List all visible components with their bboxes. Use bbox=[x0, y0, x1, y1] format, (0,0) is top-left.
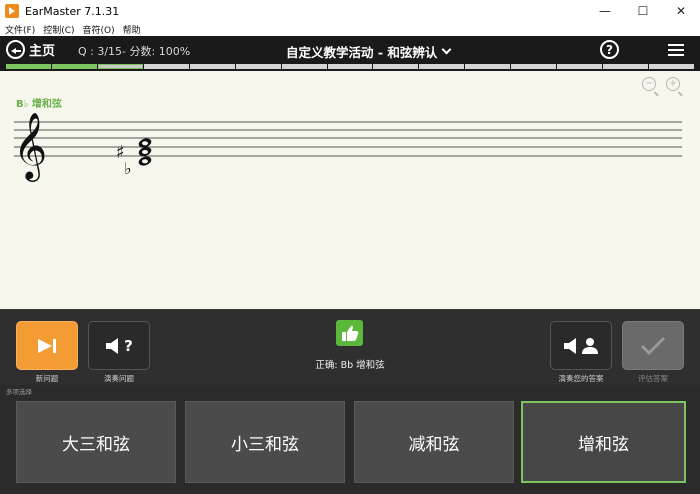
speaker-icon bbox=[106, 337, 119, 354]
evaluate-button[interactable] bbox=[622, 321, 684, 370]
app-header: 主页 Q : 3/15- 分数: 100% 自定义教学活动 - 和弦辨认 ? bbox=[0, 36, 700, 63]
question-score: Q : 3/15- 分数: 100% bbox=[78, 45, 191, 58]
answer-panel: 多项选择 大三和弦 小三和弦 减和弦 增和弦 bbox=[0, 385, 700, 494]
menu-notes[interactable]: 音符(O) bbox=[83, 23, 115, 36]
answer-minor-button[interactable]: 小三和弦 bbox=[185, 401, 345, 483]
music-staff: 𝄞 ♯ ♭ bbox=[13, 111, 682, 182]
control-bar: 新问题 ? 演奏问题 正确: Bb 增和弦 演奏您的答案 评估答案 bbox=[0, 309, 700, 385]
new-question-label: 新问题 bbox=[35, 374, 59, 383]
question-mark-glyph: ? bbox=[124, 336, 133, 355]
progress-segment bbox=[557, 64, 603, 69]
window-title: EarMaster 7.1.31 bbox=[25, 4, 120, 18]
treble-clef-icon: 𝄞 bbox=[13, 111, 47, 182]
maximize-button[interactable]: ☐ bbox=[624, 0, 662, 22]
window-controls: — ☐ ✕ bbox=[586, 0, 700, 22]
question-progress-bar bbox=[0, 63, 700, 71]
home-label: 主页 bbox=[29, 44, 56, 59]
answer-diminished-button[interactable]: 减和弦 bbox=[354, 401, 514, 483]
speaker-person-icon bbox=[564, 337, 598, 354]
skip-next-icon bbox=[38, 338, 56, 353]
menu-bar: 文件(F) 控制(C) 音符(O) 帮助 bbox=[0, 22, 700, 36]
progress-segment bbox=[649, 64, 694, 69]
progress-segment bbox=[603, 64, 649, 69]
chord-notes bbox=[138, 138, 152, 166]
evaluate-label: 评估答案 bbox=[638, 374, 668, 383]
menu-help[interactable]: 帮助 bbox=[123, 23, 141, 36]
play-question-label: 演奏问题 bbox=[104, 374, 134, 383]
feedback-text: 正确: Bb 增和弦 bbox=[315, 360, 385, 371]
minimize-button[interactable]: — bbox=[586, 0, 624, 22]
score-display: B♭ 增和弦 − + 𝄞 ♯ ♭ bbox=[0, 71, 700, 309]
progress-segment bbox=[281, 64, 327, 69]
play-question-button[interactable]: ? bbox=[88, 321, 150, 370]
progress-segment bbox=[235, 64, 281, 69]
checkmark-icon bbox=[640, 336, 666, 355]
answer-major-button[interactable]: 大三和弦 bbox=[16, 401, 176, 483]
activity-title: 自定义教学活动 - 和弦辨认 bbox=[286, 45, 438, 60]
back-arrow-icon bbox=[6, 40, 25, 59]
window-titlebar: EarMaster 7.1.31 — ☐ ✕ bbox=[0, 0, 700, 22]
help-icon[interactable]: ? bbox=[600, 40, 619, 59]
play-answer-button[interactable] bbox=[550, 321, 612, 370]
progress-segment bbox=[511, 64, 557, 69]
progress-segment bbox=[189, 64, 235, 69]
app-logo-icon bbox=[5, 4, 19, 18]
progress-segment bbox=[51, 64, 97, 69]
home-button[interactable]: 主页 bbox=[6, 39, 55, 60]
activity-selector[interactable]: 自定义教学活动 - 和弦辨认 bbox=[286, 42, 452, 61]
close-button[interactable]: ✕ bbox=[662, 0, 700, 22]
new-question-button[interactable] bbox=[16, 321, 78, 370]
progress-segment bbox=[327, 64, 373, 69]
multiple-choice-label: 多项选择 bbox=[6, 388, 32, 396]
hamburger-menu-icon[interactable] bbox=[668, 44, 684, 56]
progress-segment bbox=[419, 64, 465, 69]
progress-segment bbox=[6, 64, 51, 69]
progress-segment bbox=[143, 64, 189, 69]
menu-file[interactable]: 文件(F) bbox=[5, 23, 35, 36]
menu-control[interactable]: 控制(C) bbox=[43, 23, 74, 36]
chevron-down-icon bbox=[441, 44, 452, 55]
thumbs-up-icon bbox=[336, 320, 363, 346]
progress-segment bbox=[373, 64, 419, 69]
play-answer-label: 演奏您的答案 bbox=[558, 374, 604, 383]
flat-accidental: ♭ bbox=[124, 159, 132, 178]
progress-segment bbox=[97, 64, 143, 69]
progress-segment bbox=[465, 64, 511, 69]
answer-augmented-button[interactable]: 增和弦 bbox=[521, 401, 686, 483]
